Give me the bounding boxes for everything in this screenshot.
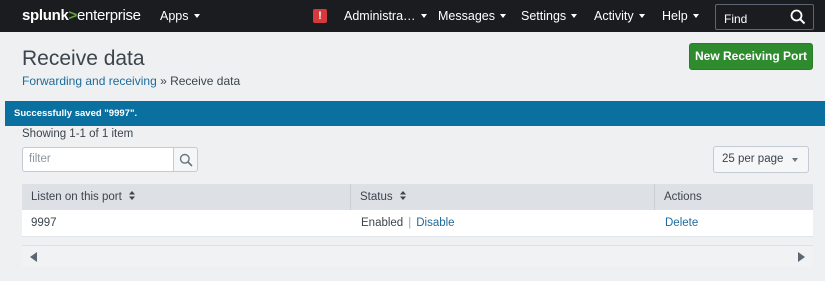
nav-activity-menu[interactable]: Activity [594, 9, 645, 23]
chevron-down-icon [499, 13, 506, 18]
splunk-logo[interactable]: splunk>enterprise [22, 7, 141, 24]
cell-port: 9997 [31, 217, 57, 229]
sort-icon [128, 191, 135, 201]
chevron-down-icon [692, 13, 699, 18]
search-icon[interactable] [790, 9, 806, 25]
chevron-down-icon [792, 158, 798, 162]
per-page-dropdown[interactable]: 25 per page [713, 146, 809, 173]
find-input[interactable]: Find [724, 12, 747, 26]
delete-link[interactable]: Delete [665, 217, 698, 229]
filter-input[interactable]: filter [22, 147, 173, 172]
status-text: Enabled [361, 217, 404, 229]
cell-actions: Delete [656, 210, 698, 237]
new-receiving-port-button[interactable]: New Receiving Port [689, 43, 813, 70]
breadcrumb: Forwarding and receiving » Receive data [22, 74, 241, 88]
search-icon [179, 153, 193, 167]
success-banner: Successfully saved "9997". [5, 101, 825, 126]
sort-icon [399, 191, 406, 201]
nav-messages-menu[interactable]: Messages [438, 9, 506, 23]
table-header: Listen on this port Status Actions [22, 184, 813, 210]
nav-administrator-menu[interactable]: Administra… [344, 9, 427, 23]
find-search-box[interactable]: Find [715, 4, 814, 30]
filter-search-button[interactable] [173, 147, 198, 172]
nav-apps-menu[interactable]: Apps [160, 9, 200, 23]
column-header-status[interactable]: Status [350, 184, 654, 210]
column-header-actions: Actions [654, 184, 813, 210]
item-count: Showing 1-1 of 1 item [22, 128, 134, 140]
chevron-down-icon [571, 13, 578, 18]
page-title: Receive data [22, 47, 145, 70]
scroll-left-icon[interactable] [30, 252, 37, 262]
scroll-right-icon[interactable] [798, 252, 805, 262]
chevron-down-icon [420, 13, 427, 18]
nav-help-menu[interactable]: Help [662, 9, 699, 23]
disable-link[interactable]: Disable [416, 217, 454, 229]
chevron-down-icon [193, 13, 200, 18]
cell-status: Enabled | Disable [361, 217, 455, 229]
breadcrumb-forwarding-link[interactable]: Forwarding and receiving [22, 74, 157, 88]
nav-settings-menu[interactable]: Settings [521, 9, 578, 23]
column-header-port[interactable]: Listen on this port [22, 184, 350, 210]
filter-control: filter [22, 147, 198, 172]
breadcrumb-current: Receive data [170, 74, 241, 88]
alert-icon[interactable]: ! [313, 9, 327, 23]
horizontal-scrollbar[interactable] [22, 245, 813, 267]
top-nav: splunk>enterprise Apps ! Administra… Mes… [0, 0, 825, 32]
chevron-down-icon [638, 13, 645, 18]
table-row: 9997 Enabled | Disable Delete [22, 210, 813, 237]
